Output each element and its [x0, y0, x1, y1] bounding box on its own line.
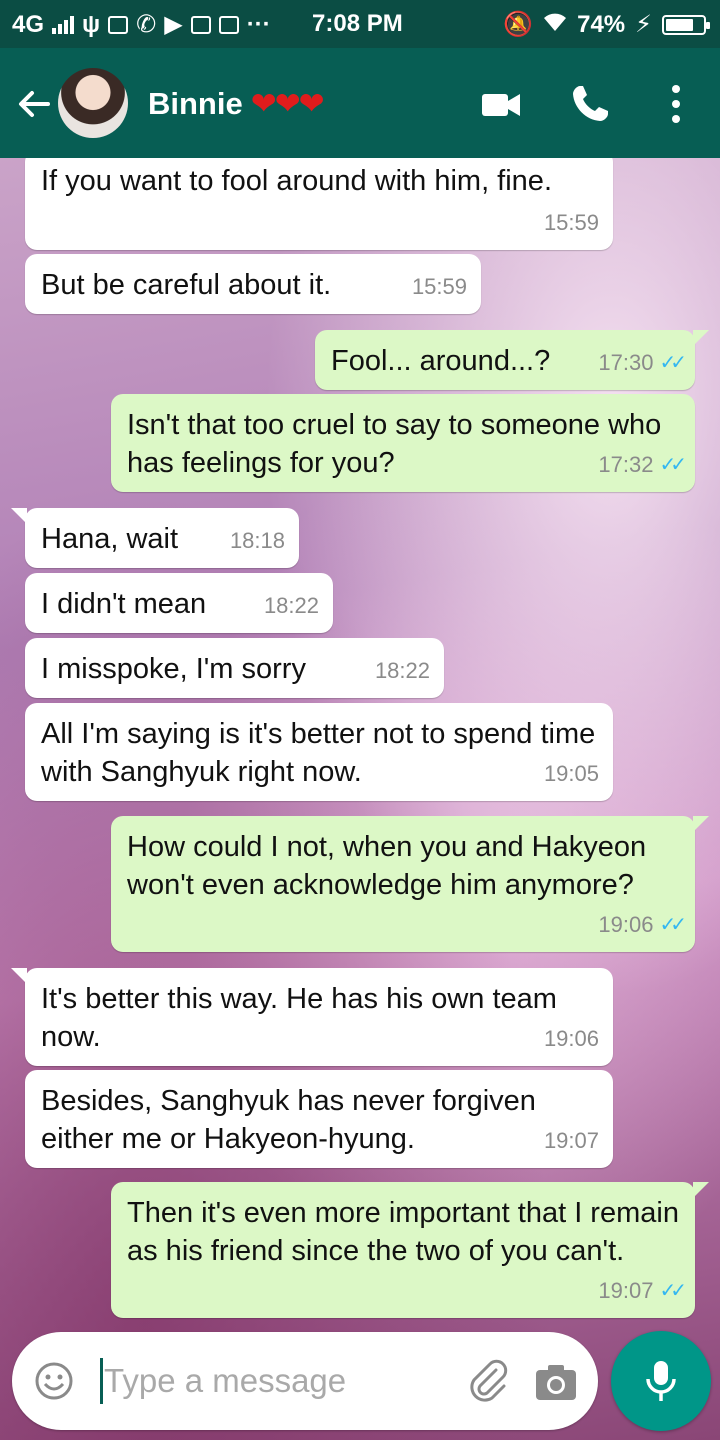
- message-time: 19:07: [598, 1278, 654, 1303]
- message-time: 19:06: [543, 1026, 599, 1051]
- usb-icon: ψ: [82, 10, 101, 38]
- network-type: 4G: [12, 10, 45, 38]
- message-input[interactable]: Type a message: [104, 1362, 346, 1400]
- message-outgoing[interactable]: How could I not, when you and Hakyeon wo…: [111, 816, 709, 952]
- message-text: Hana, wait: [41, 523, 179, 555]
- message-time: 15:59: [543, 210, 599, 235]
- message-incoming[interactable]: I didn't mean 18:22: [25, 573, 333, 633]
- emoji-icon[interactable]: [34, 1361, 74, 1401]
- mic-icon: [646, 1361, 676, 1401]
- contact-name: Binnie: [148, 86, 243, 121]
- message-time: 19:06: [598, 912, 654, 937]
- status-bar: 4G ψ ✆ ▶ ··· 7:08 PM 🔕 74% ⚡: [0, 0, 720, 48]
- message-text: It's better this way. He has his own tea…: [41, 983, 557, 1053]
- battery-percent: 74%: [577, 10, 626, 38]
- message-incoming[interactable]: I misspoke, I'm sorry 18:22: [25, 638, 444, 698]
- message-text: Then it's even more important that I rem…: [127, 1197, 679, 1267]
- message-incoming[interactable]: But be careful about it. 15:59: [25, 254, 481, 314]
- battery-icon: [662, 14, 710, 35]
- message-text: Fool... around...?: [331, 345, 551, 377]
- message-incoming[interactable]: Hana, wait 18:18: [11, 508, 299, 568]
- back-arrow-icon[interactable]: [14, 84, 54, 124]
- chat-header: Binnie ❤❤❤: [0, 48, 720, 158]
- message-text: All I'm saying is it's better not to spe…: [41, 718, 596, 788]
- more-dots-icon: ···: [246, 10, 271, 38]
- attach-icon[interactable]: [466, 1358, 512, 1404]
- mic-button[interactable]: [611, 1331, 711, 1431]
- message-text: I misspoke, I'm sorry: [41, 653, 306, 685]
- read-ticks-icon: ✓✓: [659, 352, 686, 374]
- message-time: 18:22: [263, 593, 319, 618]
- vk-icon: [108, 15, 129, 34]
- message-time: 15:59: [411, 274, 467, 299]
- youtube-icon: ▶: [164, 11, 183, 38]
- charging-icon: ⚡: [635, 11, 652, 38]
- message-outgoing[interactable]: Fool... around...? 17:30 ✓✓: [315, 330, 709, 390]
- message-outgoing[interactable]: Isn't that too cruel to say to someone w…: [111, 394, 695, 492]
- camera-icon[interactable]: [534, 1362, 578, 1402]
- message-time: 19:05: [543, 761, 599, 786]
- message-outgoing[interactable]: Then it's even more important that I rem…: [111, 1182, 709, 1318]
- voice-call-icon[interactable]: [566, 80, 614, 128]
- message-time: 19:07: [543, 1128, 599, 1153]
- message-incoming[interactable]: Besides, Sanghyuk has never forgiven eit…: [25, 1070, 613, 1168]
- signal-icon: [52, 15, 75, 34]
- message-text: But be careful about it.: [41, 269, 332, 301]
- hearts-emoji: ❤❤❤: [250, 86, 325, 121]
- message-text: Isn't that too cruel to say to someone w…: [127, 409, 662, 479]
- video-call-icon[interactable]: [478, 80, 526, 128]
- read-ticks-icon: ✓✓: [659, 914, 686, 936]
- text-caret: [100, 1358, 103, 1404]
- read-ticks-icon: ✓✓: [659, 454, 686, 476]
- message-incoming[interactable]: It's better this way. He has his own tea…: [11, 968, 613, 1066]
- message-time: 17:30: [598, 350, 654, 375]
- facebook-icon: [218, 15, 239, 34]
- phone-icon: ✆: [136, 11, 157, 38]
- message-time: 17:32: [598, 452, 654, 477]
- message-text: How could I not, when you and Hakyeon wo…: [127, 831, 647, 901]
- message-text: Besides, Sanghyuk has never forgiven eit…: [41, 1085, 536, 1155]
- clock: 7:08 PM: [312, 10, 403, 37]
- instagram-icon: [190, 15, 211, 34]
- avatar[interactable]: [58, 68, 128, 138]
- message-incoming[interactable]: All I'm saying is it's better not to spe…: [25, 703, 613, 801]
- message-text: If you want to fool around with him, fin…: [41, 165, 552, 197]
- wifi-icon: [543, 11, 567, 39]
- message-time: 18:22: [374, 658, 430, 683]
- menu-dots-icon[interactable]: [652, 80, 700, 128]
- contact-name-area[interactable]: Binnie ❤❤❤: [148, 86, 325, 122]
- message-time: 18:18: [229, 528, 285, 553]
- message-text: I didn't mean: [41, 588, 207, 620]
- chat-area[interactable]: If you want to fool around with him, fin…: [0, 158, 720, 1440]
- read-ticks-icon: ✓✓: [659, 1280, 686, 1302]
- mute-icon: 🔕: [503, 11, 534, 38]
- message-input-bar: Type a message: [12, 1332, 598, 1430]
- message-incoming[interactable]: If you want to fool around with him, fin…: [25, 158, 613, 250]
